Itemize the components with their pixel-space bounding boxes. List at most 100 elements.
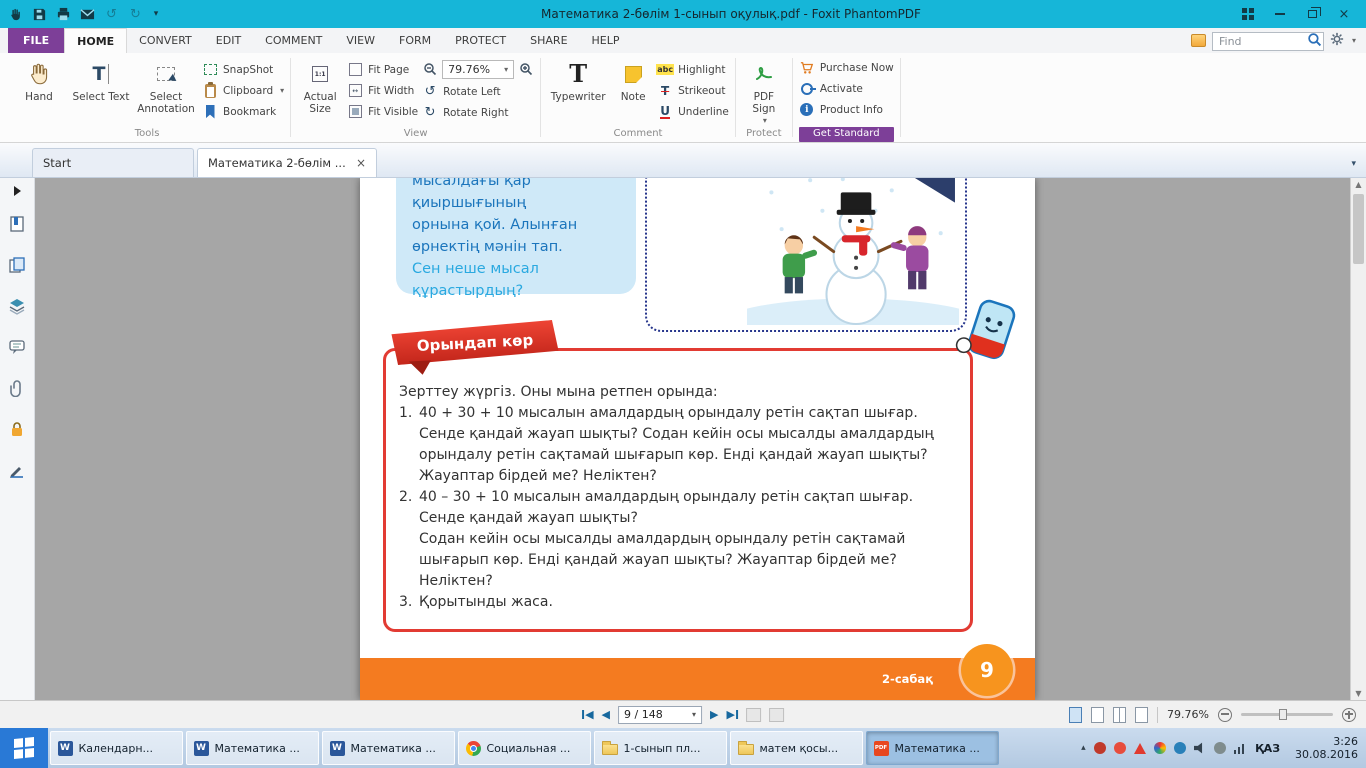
scrollbar-thumb[interactable]: [1353, 194, 1364, 264]
taskbar-item-foxit-active[interactable]: PDF Математика ...: [865, 731, 999, 765]
rotate-right-button[interactable]: ↻ Rotate Right: [422, 104, 534, 121]
tray-color-app-icon[interactable]: [1153, 742, 1166, 754]
tab-comment[interactable]: COMMENT: [253, 28, 334, 53]
tray-warning-icon[interactable]: [1133, 742, 1146, 754]
scroll-up-icon[interactable]: ▲: [1351, 180, 1366, 189]
print-icon[interactable]: [55, 6, 72, 23]
volume-icon[interactable]: [1193, 742, 1203, 754]
zoom-out-button[interactable]: [1218, 707, 1232, 722]
comments-panel-icon[interactable]: [8, 338, 26, 360]
qat-customize-dropdown-icon[interactable]: ▾: [151, 6, 161, 23]
signature-panel-icon[interactable]: [8, 461, 26, 483]
rotate-left-button[interactable]: ↺ Rotate Left: [422, 83, 534, 100]
hand-tool-button[interactable]: Hand: [10, 55, 68, 103]
zoom-slider-thumb[interactable]: [1279, 709, 1287, 720]
bookmarks-panel-icon[interactable]: [8, 215, 26, 237]
previous-page-button[interactable]: ◀: [602, 708, 610, 721]
settings-gear-icon[interactable]: [1330, 31, 1344, 50]
pdf-sign-button[interactable]: PDF Sign ▾: [742, 55, 786, 125]
last-page-button[interactable]: ▶: [726, 708, 738, 721]
expand-panel-icon[interactable]: [13, 186, 21, 196]
product-info-button[interactable]: i Product Info: [799, 101, 894, 118]
vertical-scrollbar[interactable]: ▲ ▼: [1350, 178, 1366, 700]
zoom-level-select[interactable]: 79.76% ▾: [442, 59, 515, 79]
next-page-button[interactable]: ▶: [710, 708, 718, 721]
doc-tab-current[interactable]: Математика 2-бөлім ... ×: [197, 148, 377, 177]
document-view-area[interactable]: мысалдағы қар қиыршығының орнына қой. Ал…: [35, 178, 1350, 700]
tab-edit[interactable]: EDIT: [204, 28, 253, 53]
security-lock-icon[interactable]: [8, 420, 26, 442]
next-view-icon[interactable]: [768, 707, 784, 722]
zoom-in-icon[interactable]: [518, 61, 534, 77]
attachments-panel-icon[interactable]: [8, 379, 26, 401]
continuous-facing-view-icon[interactable]: [1135, 706, 1149, 723]
zoom-slider[interactable]: [1241, 709, 1333, 720]
tab-protect[interactable]: PROTECT: [443, 28, 518, 53]
underline-button[interactable]: U Underline: [657, 103, 729, 120]
zoom-out-icon[interactable]: [422, 61, 438, 77]
minimize-button[interactable]: [1264, 2, 1296, 26]
scroll-down-icon[interactable]: ▼: [1351, 689, 1366, 698]
tab-home[interactable]: HOME: [64, 28, 128, 53]
restore-button[interactable]: [1296, 2, 1328, 26]
doc-tab-start[interactable]: Start: [32, 148, 194, 177]
taskbar-clock[interactable]: 3:26 30.08.2016: [1291, 735, 1358, 762]
highlight-button[interactable]: abc Highlight: [656, 61, 729, 78]
actual-size-button[interactable]: 1:1 Actual Size: [297, 55, 343, 115]
bookmark-button[interactable]: Bookmark: [202, 103, 284, 120]
tab-file[interactable]: FILE: [8, 28, 65, 53]
fit-width-button[interactable]: ↔ Fit Width: [347, 82, 418, 99]
taskbar-item-chrome[interactable]: Социальная ...: [457, 731, 591, 765]
single-page-view-icon[interactable]: [1069, 706, 1083, 723]
facing-view-icon[interactable]: [1113, 706, 1127, 723]
tab-convert[interactable]: CONVERT: [127, 28, 204, 53]
tray-antivirus-icon[interactable]: [1093, 742, 1106, 754]
find-tool-icon[interactable]: [1190, 34, 1206, 47]
taskbar-item-word-1[interactable]: W Календарн...: [49, 731, 183, 765]
purchase-now-button[interactable]: Purchase Now: [799, 59, 894, 76]
email-icon[interactable]: [79, 6, 96, 23]
previous-view-icon[interactable]: [745, 707, 761, 722]
fit-visible-button[interactable]: Fit Visible: [347, 103, 418, 120]
taskbar-item-word-3[interactable]: W Математика ...: [321, 731, 455, 765]
close-button[interactable]: ×: [1328, 2, 1360, 26]
clipboard-button[interactable]: Clipboard ▾: [202, 81, 284, 99]
tray-cloud-icon[interactable]: [1173, 742, 1186, 754]
fit-page-button[interactable]: Fit Page: [347, 61, 418, 78]
note-button[interactable]: Note: [613, 55, 653, 103]
continuous-view-icon[interactable]: [1091, 706, 1105, 723]
layers-panel-icon[interactable]: [8, 297, 26, 319]
zoom-in-button[interactable]: [1342, 707, 1356, 722]
tab-form[interactable]: FORM: [387, 28, 443, 53]
tray-alert-icon[interactable]: [1113, 742, 1126, 754]
network-icon[interactable]: [1233, 743, 1245, 754]
tab-share[interactable]: SHARE: [518, 28, 579, 53]
undo-icon[interactable]: ↺: [103, 6, 120, 23]
doc-tab-overflow-icon[interactable]: ▾: [1351, 159, 1356, 177]
tab-help[interactable]: HELP: [580, 28, 632, 53]
select-text-button[interactable]: T Select Text: [72, 55, 130, 103]
tray-expand-icon[interactable]: ▴: [1081, 743, 1086, 753]
activate-button[interactable]: Activate: [799, 80, 894, 97]
snapshot-button[interactable]: SnapShot: [202, 61, 284, 78]
tab-view[interactable]: VIEW: [334, 28, 387, 53]
taskbar-item-folder-2[interactable]: матем қосы...: [729, 731, 863, 765]
doc-tab-close-icon[interactable]: ×: [356, 157, 366, 169]
start-button[interactable]: [0, 728, 48, 768]
first-page-button[interactable]: ◀: [582, 708, 594, 721]
taskbar-item-word-2[interactable]: W Математика ...: [185, 731, 319, 765]
page-number-input[interactable]: 9 / 148 ▾: [618, 705, 702, 724]
tile-windows-icon[interactable]: [1232, 2, 1264, 26]
typewriter-button[interactable]: T Typewriter: [547, 55, 609, 104]
settings-dropdown-icon[interactable]: ▾: [1352, 36, 1356, 45]
taskbar-item-folder-1[interactable]: 1-сынып пл...: [593, 731, 727, 765]
pages-panel-icon[interactable]: [8, 256, 26, 278]
tray-usb-icon[interactable]: [1213, 742, 1226, 754]
select-annotation-button[interactable]: Select Annotation: [134, 55, 198, 115]
save-icon[interactable]: [31, 6, 48, 23]
task-item-number: 3.: [399, 594, 413, 610]
strikeout-button[interactable]: T Strikeout: [657, 82, 729, 99]
search-icon[interactable]: [1307, 32, 1322, 47]
redo-icon[interactable]: ↻: [127, 6, 144, 23]
language-indicator[interactable]: ҚАЗ: [1252, 742, 1283, 755]
